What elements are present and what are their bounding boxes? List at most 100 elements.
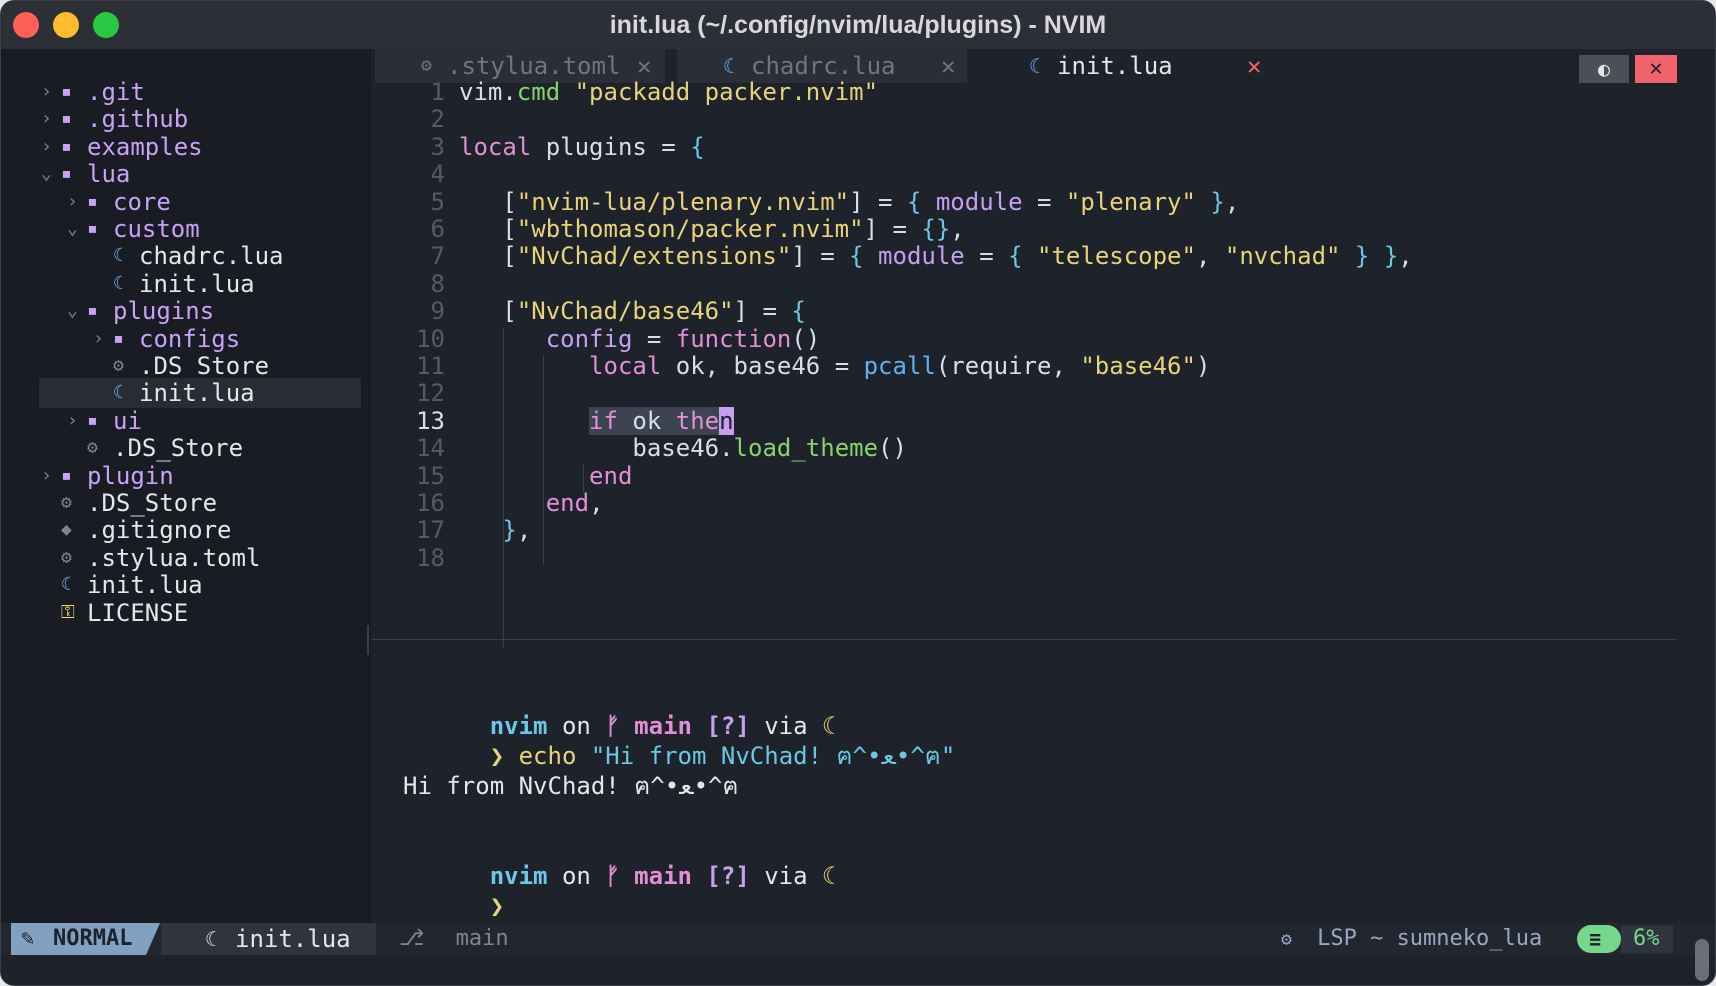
- line-number: 17: [416, 516, 445, 545]
- code-text: vim.cmd "packadd packer.nvim": [459, 78, 879, 106]
- tree-item-label: .github: [87, 105, 189, 134]
- lua-file-icon: ☾: [61, 574, 72, 596]
- code-line[interactable]: 10 config = function(): [375, 324, 1665, 354]
- code-line[interactable]: 6 ["wbthomason/packer.nvim"] = {},: [375, 214, 1665, 244]
- gear-icon: ⚙: [61, 546, 72, 568]
- code-line[interactable]: 4: [375, 159, 1665, 189]
- mode-indicator: ✎ NORMAL: [11, 923, 146, 955]
- chevron-down-icon[interactable]: ⌄: [67, 296, 78, 326]
- line-number: 11: [416, 352, 445, 380]
- tree-item-label: .DS_Store: [139, 352, 270, 380]
- folder-icon: ▪: [87, 409, 98, 431]
- terminal-input-line[interactable]: ❯: [403, 861, 504, 920]
- indent-guide: [583, 463, 584, 493]
- chevron-right-icon[interactable]: ›: [41, 104, 52, 134]
- code-text: local plugins = {: [459, 132, 705, 161]
- code-line[interactable]: 8: [375, 269, 1665, 299]
- code-line[interactable]: 9 ["NvChad/base46"] = {: [375, 296, 1665, 326]
- code-line[interactable]: 14 base46.load_theme(): [375, 433, 1665, 463]
- vertical-split-border: [367, 625, 369, 655]
- line-number: 3: [430, 132, 445, 161]
- lsp-gear-icon: ⚙: [1281, 929, 1292, 950]
- tree-item-label: .DS_Store: [113, 434, 244, 463]
- line-number: 8: [430, 269, 445, 298]
- chevron-right-icon[interactable]: ›: [67, 187, 78, 217]
- code-line[interactable]: 12: [375, 378, 1665, 408]
- gear-icon: ⚙: [61, 492, 72, 513]
- folder-icon: ▪: [113, 327, 124, 349]
- prompt-via: via: [764, 862, 808, 890]
- chevron-right-icon[interactable]: ›: [67, 406, 78, 436]
- line-number: 16: [416, 489, 445, 517]
- terminal-pane[interactable]: nvim on ᚠ main [?] via ☾ ❯ echo "Hi from…: [375, 681, 1675, 921]
- code-text: ["nvim-lua/plenary.nvim"] = { module = "…: [459, 187, 1240, 216]
- tree-item-label: init.lua: [139, 379, 255, 408]
- folder-icon: ▪: [61, 108, 72, 130]
- code-line[interactable]: 15 end: [375, 461, 1665, 491]
- code-line[interactable]: 16 end,: [375, 488, 1665, 518]
- percent-box: 6%: [1621, 925, 1673, 953]
- file-tree: › ▪ .git › ▪ .github › ▪ examples ⌄ ▪ lua › ▪ core ⌄ ▪ cu…: [1, 49, 371, 923]
- chevron-right-icon[interactable]: ›: [41, 77, 52, 107]
- code-line[interactable]: 7 ["NvChad/extensions"] = { module = { "…: [375, 241, 1665, 271]
- folder-icon: ▪: [87, 218, 98, 239]
- code-line[interactable]: 2: [375, 104, 1665, 134]
- lines-icon: ≡: [1589, 927, 1602, 951]
- tree-item-label: .DS_Store: [87, 489, 218, 517]
- tree-item-label: init.lua: [139, 269, 255, 298]
- chevron-down-icon[interactable]: ⌄: [41, 159, 52, 189]
- tree-item-label: chadrc.lua: [139, 242, 284, 271]
- prompt-arrow: ❯: [489, 742, 505, 770]
- scrollbar-thumb[interactable]: [1695, 939, 1709, 981]
- code-line[interactable]: 5 ["nvim-lua/plenary.nvim"] = { module =…: [375, 187, 1665, 217]
- code-text: ["NvChad/base46"] = {: [459, 297, 806, 326]
- status-branch-name: main: [455, 926, 509, 951]
- code-text: end: [589, 461, 633, 490]
- line-number: 13: [416, 406, 445, 435]
- terminal-prompt-line: nvim on ᚠ main [?] via ☾: [403, 681, 837, 740]
- lsp-label: LSP ~ sumneko_lua: [1317, 926, 1543, 951]
- terminal-output: Hi from NvChad! ฅ^•ﻌ•^ฅ: [403, 772, 739, 800]
- line-number: 1: [430, 78, 445, 106]
- tree-item-label: ui: [113, 406, 142, 435]
- code-text: ["wbthomason/packer.nvim"] = {},: [459, 215, 965, 243]
- lua-file-icon: ☾: [113, 245, 124, 267]
- code-line[interactable]: 3 local plugins = {: [375, 132, 1665, 162]
- code-line[interactable]: 17 },: [375, 515, 1665, 545]
- code-text: end,: [545, 489, 604, 517]
- code-line[interactable]: 18: [375, 543, 1665, 573]
- status-file: ☾ init.lua: [161, 923, 376, 955]
- tree-item-label: init.lua: [87, 571, 203, 600]
- moon-icon: ☾: [822, 862, 837, 890]
- tree-item-label: custom: [113, 215, 200, 243]
- chevron-down-icon[interactable]: ⌄: [67, 214, 78, 244]
- terminal-prompt-line-2: nvim on ᚠ main [?] via ☾: [403, 831, 837, 890]
- code-line[interactable]: 1 vim.cmd "packadd packer.nvim": [375, 77, 1665, 107]
- percent-icon-badge: ≡: [1577, 925, 1621, 953]
- code-line[interactable]: 11 local ok, base46 = pcall(require, "ba…: [375, 351, 1665, 381]
- terminal-command-line: ❯ echo "Hi from NvChad! ฅ^•ﻌ•^ฅ": [403, 711, 956, 770]
- code-text: if ok then: [589, 406, 734, 435]
- line-number: 5: [430, 187, 445, 216]
- gear-icon: ⚙: [87, 437, 98, 459]
- prompt-branch: main: [634, 862, 692, 890]
- code-line[interactable]: 13 if ok then: [375, 406, 1665, 436]
- chevron-right-icon[interactable]: ›: [93, 324, 104, 354]
- code-text: ["NvChad/extensions"] = { module = { "te…: [459, 242, 1413, 271]
- tree-file[interactable]: ☾ init.lua: [39, 378, 361, 409]
- license-icon: ⚿: [61, 601, 75, 623]
- tree-item-label: LICENSE: [87, 598, 189, 627]
- code-editor[interactable]: 1 vim.cmd "packadd packer.nvim" 2 3 local pl…: [375, 78, 1675, 647]
- line-number: 10: [416, 324, 445, 353]
- tree-item-label: .git: [87, 78, 145, 106]
- code-text: base46.load_theme(): [459, 434, 907, 463]
- gear-icon: ⚙: [113, 355, 124, 376]
- folder-icon: ▪: [61, 81, 72, 102]
- title-bar: init.lua (~/.config/nvim/lua/plugins) - …: [1, 1, 1715, 49]
- tree-item-label: plugin: [87, 461, 174, 490]
- chevron-right-icon[interactable]: ›: [41, 461, 52, 491]
- vim-mode-icon: ✎: [21, 926, 35, 951]
- chevron-right-icon[interactable]: ›: [41, 132, 52, 162]
- prompt-status: [?]: [706, 862, 750, 890]
- tree-item-label: plugins: [113, 297, 215, 326]
